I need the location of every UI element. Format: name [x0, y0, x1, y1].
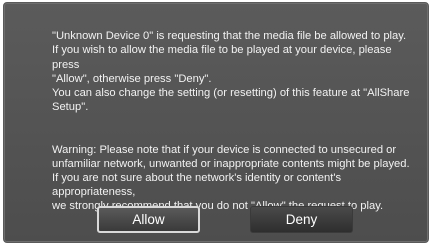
dialog-message: "Unknown Device 0" is requesting that th…	[52, 15, 412, 228]
deny-button[interactable]: Deny	[250, 206, 353, 233]
allow-button[interactable]: Allow	[97, 206, 200, 233]
media-permission-dialog: "Unknown Device 0" is requesting that th…	[3, 2, 429, 243]
request-paragraph: "Unknown Device 0" is requesting that th…	[52, 30, 410, 114]
warning-paragraph: Warning: Please note that if your device…	[52, 143, 410, 213]
